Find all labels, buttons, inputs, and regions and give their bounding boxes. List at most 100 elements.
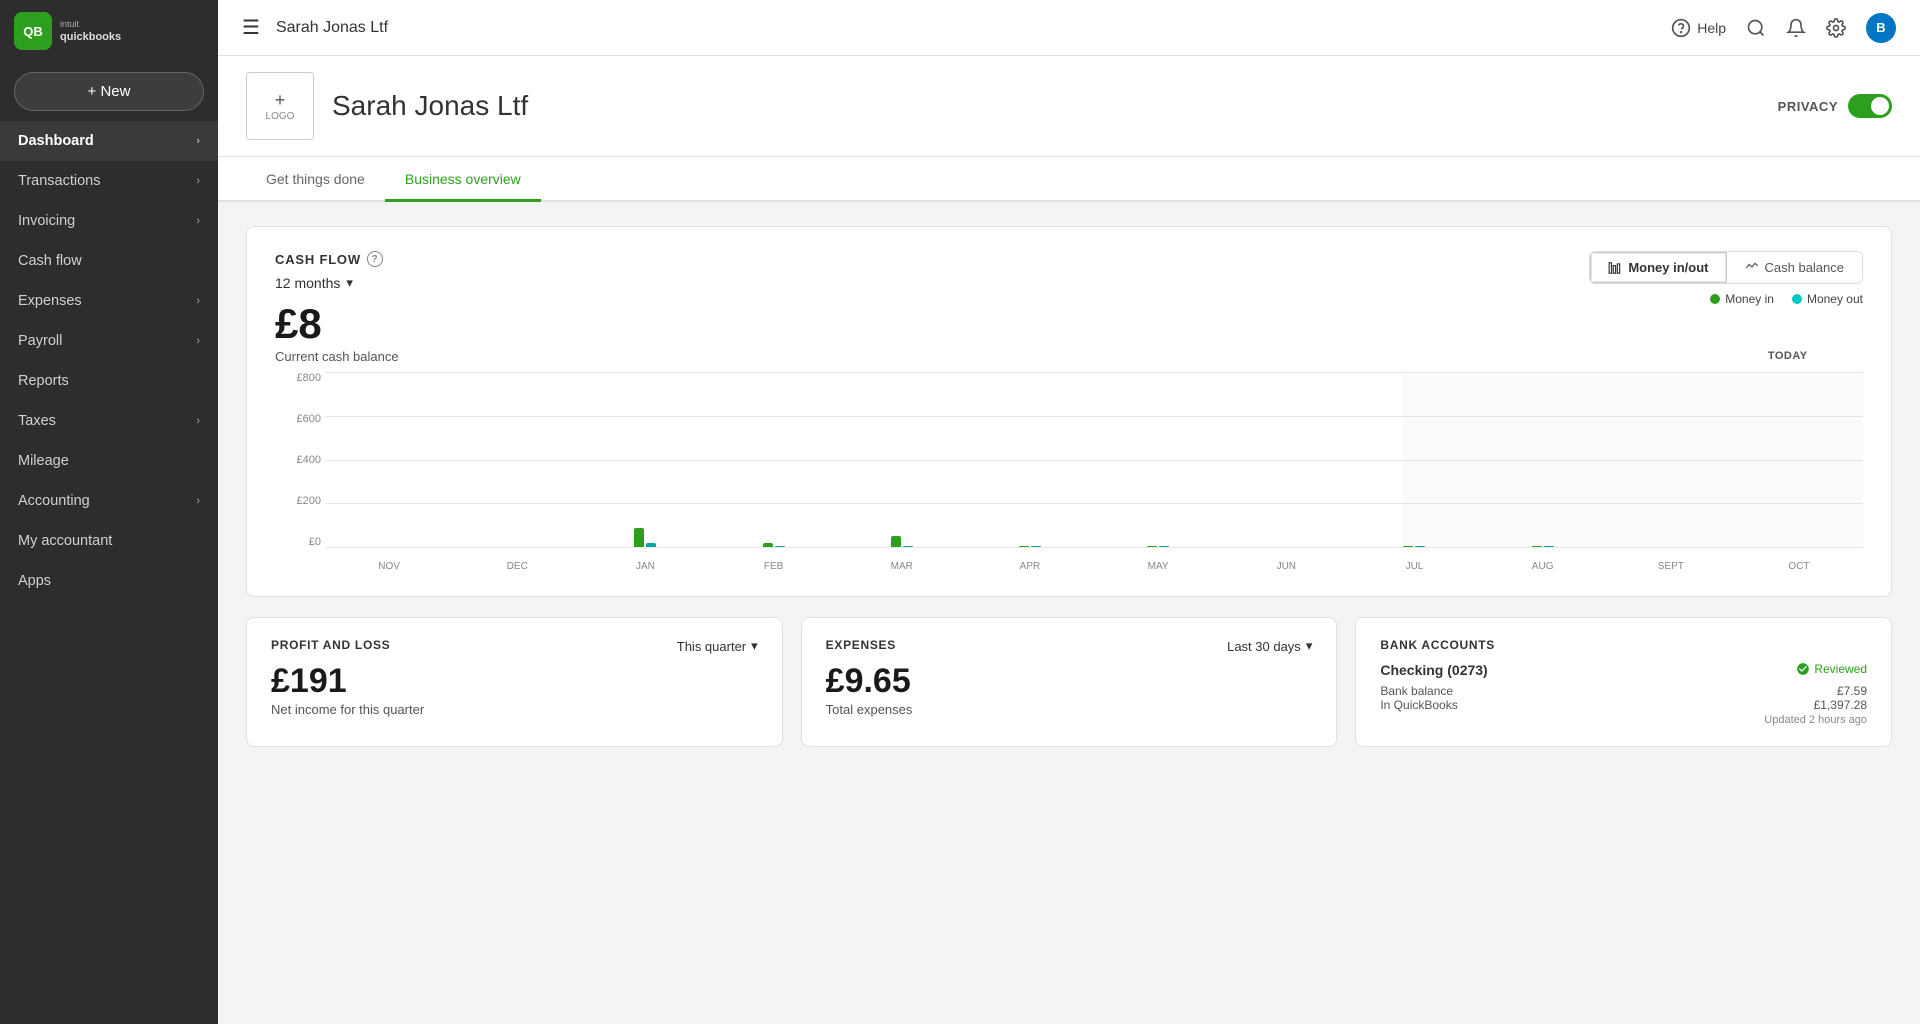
sidebar-item-reports[interactable]: Reports	[0, 361, 218, 401]
cashflow-sublabel: Current cash balance	[275, 349, 399, 364]
svg-text:QB: QB	[23, 24, 43, 39]
tab-get-things-done[interactable]: Get things done	[246, 157, 385, 202]
tab-business-overview[interactable]: Business overview	[385, 157, 541, 202]
chart-month-group	[1094, 372, 1222, 547]
expenses-amount: £9.65	[826, 664, 1313, 698]
chevron-right-icon: ›	[196, 175, 200, 187]
cashflow-card: CASH FLOW ? 12 months ▾ £8 Current cash …	[246, 226, 1892, 597]
sidebar-item-label: My accountant	[18, 533, 112, 549]
bank-row: Checking (0273) Reviewed	[1380, 662, 1867, 678]
content-area: + LOGO Sarah Jonas Ltf PRIVACY Get thing…	[218, 56, 1920, 1024]
expenses-period[interactable]: Last 30 days ▾	[1227, 638, 1312, 654]
sidebar-item-dashboard[interactable]: Dashboard›	[0, 121, 218, 161]
bar-money-in	[634, 528, 644, 547]
sidebar-item-label: Expenses	[18, 293, 82, 309]
bar-money-in	[1532, 546, 1542, 547]
chart-month-group	[453, 372, 581, 547]
app-logo-text: intuit quickbooks	[60, 18, 121, 44]
chart-header: Money in/out Cash balance	[1589, 251, 1863, 284]
chart-month-group	[1222, 372, 1350, 547]
menu-icon[interactable]: ☰	[242, 15, 260, 40]
chart-month-group	[710, 372, 838, 547]
today-label: TODAY	[1768, 350, 1808, 362]
chart-month-group	[1350, 372, 1478, 547]
chart-month-group	[581, 372, 709, 547]
sidebar-item-taxes[interactable]: Taxes›	[0, 401, 218, 441]
bar-money-out	[646, 543, 656, 547]
cashflow-period-label: 12 months	[275, 275, 340, 291]
bar-money-out	[1544, 546, 1554, 547]
sidebar-item-label: Accounting	[18, 493, 90, 509]
help-label: Help	[1697, 20, 1726, 36]
pl-period[interactable]: This quarter ▾	[677, 638, 758, 654]
expenses-title: EXPENSES	[826, 638, 896, 652]
inner-content: CASH FLOW ? 12 months ▾ £8 Current cash …	[218, 202, 1920, 771]
bank-accounts-card: BANK ACCOUNTS Checking (0273) Reviewed B…	[1355, 617, 1892, 747]
sidebar-item-label: Apps	[18, 573, 51, 589]
sidebar-item-label: Payroll	[18, 333, 62, 349]
bottom-cards: PROFIT AND LOSS This quarter ▾ £191 Net …	[246, 617, 1892, 747]
toggle-money-inout[interactable]: Money in/out	[1590, 252, 1726, 283]
money-out-dot	[1792, 294, 1802, 304]
new-button[interactable]: + New	[14, 72, 204, 111]
chart-xaxis: NOVDECJANFEBMARAPRMAYJUNJULAUGSEPTOCT	[325, 561, 1863, 572]
sidebar-item-transactions[interactable]: Transactions›	[0, 161, 218, 201]
cashflow-help-icon[interactable]: ?	[367, 251, 383, 267]
sidebar: QB intuit quickbooks + New Dashboard›Tra…	[0, 0, 218, 1024]
chevron-right-icon: ›	[196, 415, 200, 427]
logo-plus-icon: +	[275, 90, 286, 111]
pl-title: PROFIT AND LOSS	[271, 638, 390, 652]
bar-money-in	[1403, 546, 1413, 547]
logo-label: LOGO	[266, 111, 295, 122]
bar-money-out	[903, 546, 913, 547]
sidebar-item-mileage[interactable]: Mileage	[0, 441, 218, 481]
cashflow-period-select[interactable]: 12 months ▾	[275, 275, 399, 291]
sidebar-item-accounting[interactable]: Accounting ›	[0, 481, 218, 521]
xaxis-month-label: OCT	[1735, 561, 1863, 572]
search-button[interactable]	[1746, 18, 1766, 38]
xaxis-month-label: FEB	[710, 561, 838, 572]
bar-money-in	[1019, 546, 1029, 547]
cashflow-title: CASH FLOW ?	[275, 251, 399, 267]
help-button[interactable]: Help	[1671, 18, 1726, 38]
sidebar-nav: Dashboard›Transactions› Invoicing › Cash fl…	[0, 121, 218, 601]
company-logo-box[interactable]: + LOGO	[246, 72, 314, 140]
legend-money-in: Money in	[1710, 292, 1774, 306]
bar-money-in	[763, 543, 773, 547]
chevron-right-icon: ›	[196, 495, 200, 507]
xaxis-month-label: SEPT	[1607, 561, 1735, 572]
sidebar-item-cash-flow[interactable]: Cash flow	[0, 241, 218, 281]
notification-button[interactable]	[1786, 18, 1806, 38]
chevron-down-icon: ▾	[751, 638, 758, 654]
main-area: ☰ Sarah Jonas Ltf Help B + LOGO	[218, 0, 1920, 1024]
chart-legend: Money in Money out	[1589, 292, 1863, 306]
chevron-right-icon: ›	[196, 215, 200, 227]
xaxis-month-label: AUG	[1479, 561, 1607, 572]
expenses-sublabel: Total expenses	[826, 702, 1313, 717]
topbar-company-title: Sarah Jonas Ltf	[276, 19, 1671, 37]
chart-month-group	[1607, 372, 1735, 547]
settings-button[interactable]	[1826, 18, 1846, 38]
bar-money-out	[775, 546, 785, 547]
cashflow-amount: £8	[275, 303, 399, 345]
user-avatar[interactable]: B	[1866, 13, 1896, 43]
sidebar-item-apps[interactable]: Apps	[0, 561, 218, 601]
privacy-toggle[interactable]	[1848, 94, 1892, 118]
sidebar-logo-area: QB intuit quickbooks	[0, 0, 218, 62]
xaxis-month-label: JUN	[1222, 561, 1350, 572]
sidebar-item-invoicing[interactable]: Invoicing ›	[0, 201, 218, 241]
sidebar-item-label: Mileage	[18, 453, 69, 469]
chevron-right-icon: ›	[196, 295, 200, 307]
toggle-cash-balance[interactable]: Cash balance	[1727, 252, 1863, 283]
company-name: Sarah Jonas Ltf	[332, 90, 1778, 122]
sidebar-item-payroll[interactable]: Payroll›	[0, 321, 218, 361]
sidebar-item-label: Reports	[18, 373, 69, 389]
chevron-right-icon: ›	[196, 135, 200, 147]
privacy-label: PRIVACY	[1778, 99, 1838, 114]
xaxis-month-label: JAN	[581, 561, 709, 572]
sidebar-item-expenses[interactable]: Expenses ›	[0, 281, 218, 321]
chart-month-group	[1735, 372, 1863, 547]
sidebar-item-my-accountant[interactable]: My accountant	[0, 521, 218, 561]
sidebar-item-label: Invoicing	[18, 213, 75, 229]
tabs-bar: Get things done Business overview	[218, 157, 1920, 202]
